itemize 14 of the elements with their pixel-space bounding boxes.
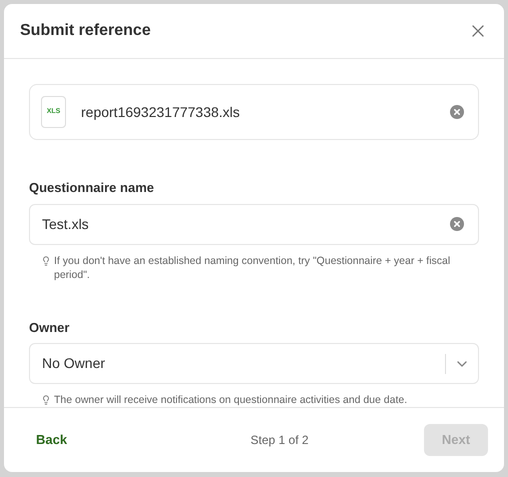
clear-icon[interactable]	[450, 217, 464, 232]
hint-text: If you don't have an established naming convention, try "Questionnaire + year + fiscal period".	[54, 254, 452, 282]
field-label: Questionnaire name	[29, 179, 155, 198]
field-label: Owner	[29, 318, 70, 337]
select-field[interactable]: No Owner	[29, 343, 479, 384]
step-indicator: Step 1 of 2	[250, 432, 309, 450]
lightbulb-icon	[41, 395, 51, 406]
input-field[interactable]: Test.xls	[29, 204, 479, 245]
dialog-title: Submit reference	[20, 21, 151, 42]
file-name: report1693231777338.xls	[81, 102, 241, 122]
back-button[interactable]: Back	[28, 424, 76, 456]
hint-text: The owner will receive notifications on questionnaire activities and due date.	[54, 393, 408, 408]
clear-icon[interactable]	[450, 105, 464, 120]
lightbulb-icon	[41, 256, 51, 266]
